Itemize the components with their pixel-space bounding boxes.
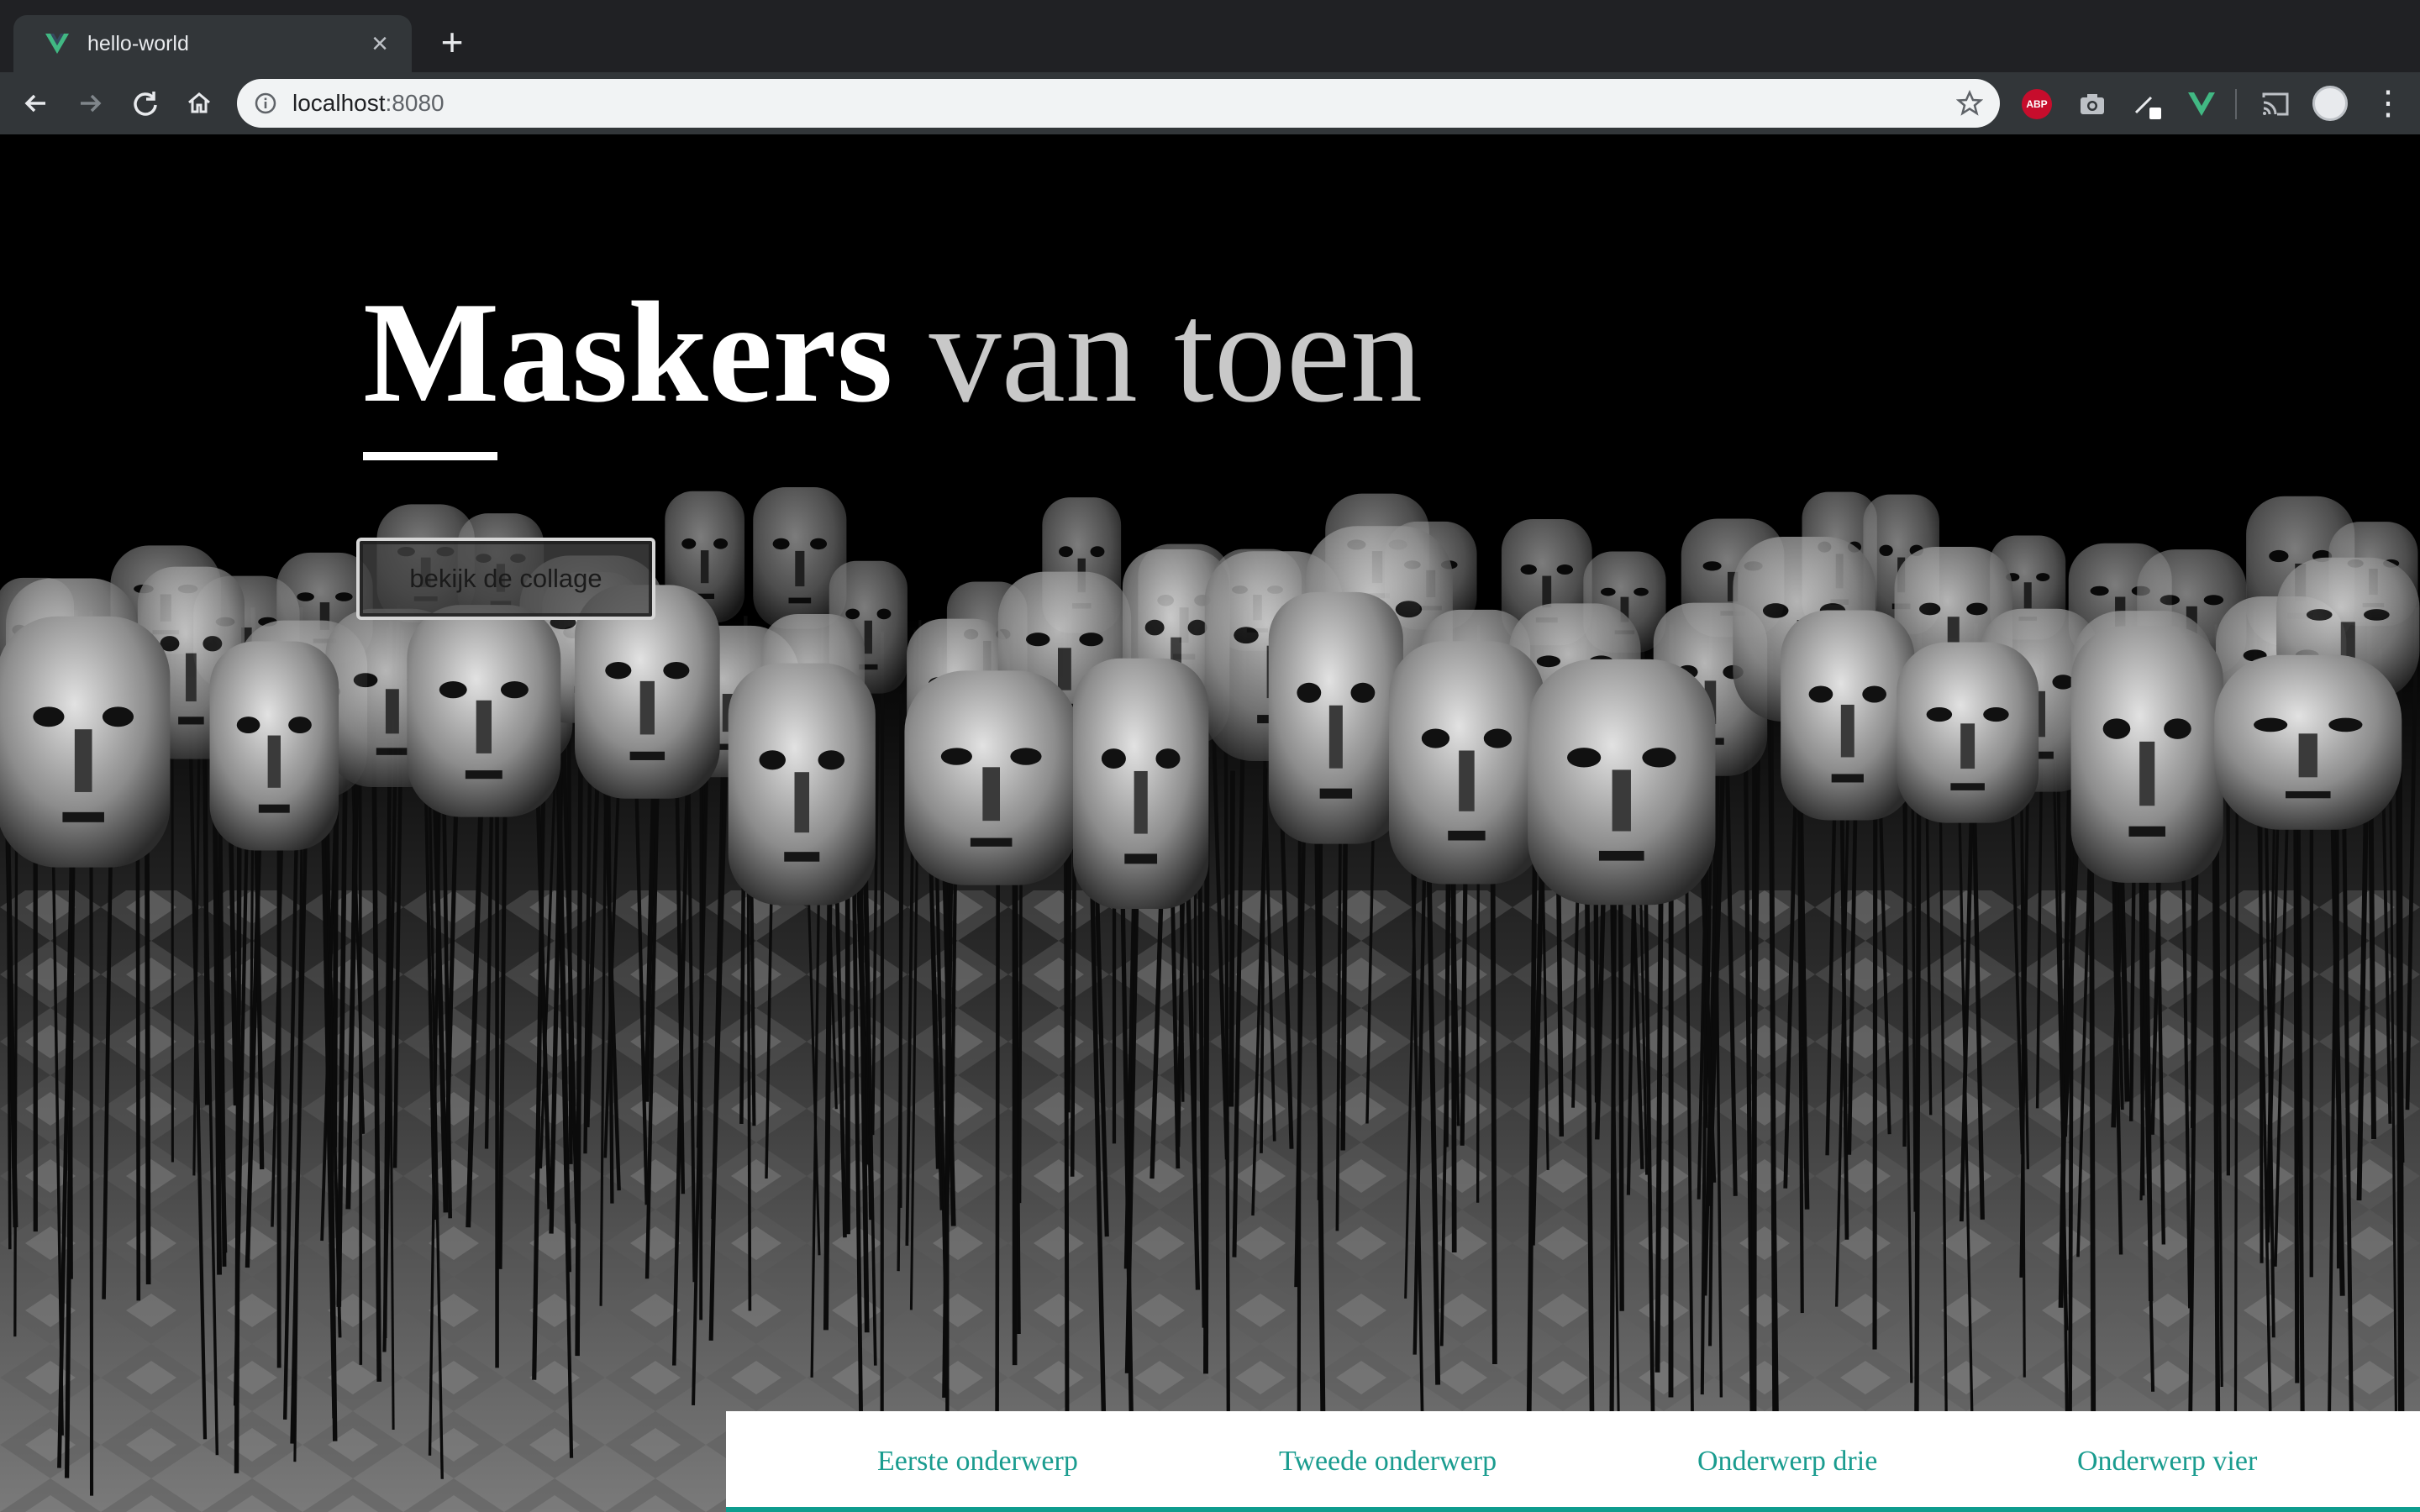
page-content: Maskers van toen bekijk de collage Eerst…: [0, 134, 2420, 1512]
toolbar-separator: [2235, 89, 2237, 119]
camera-icon[interactable]: [2075, 87, 2109, 121]
hero-title-light: van toen: [929, 273, 1423, 433]
profile-avatar[interactable]: [2312, 86, 2348, 121]
nav-item-topic-four[interactable]: Onderwerp vier: [2077, 1411, 2257, 1512]
cast-icon[interactable]: [2259, 87, 2292, 121]
tab-close-icon[interactable]: ×: [368, 29, 392, 58]
browser-tab[interactable]: hello-world ×: [13, 15, 412, 72]
forward-button[interactable]: [71, 84, 109, 123]
vue-logo-icon: [45, 34, 69, 54]
nav-item-first-topic[interactable]: Eerste onderwerp: [877, 1411, 1078, 1512]
adblock-plus-icon[interactable]: ABP: [2022, 89, 2052, 119]
reload-icon: [134, 92, 157, 116]
nav-item-second-topic[interactable]: Tweede onderwerp: [1279, 1411, 1497, 1512]
browser-menu-icon[interactable]: ⋮: [2371, 84, 2405, 123]
star-icon[interactable]: [1956, 90, 1983, 117]
nav-item-topic-three[interactable]: Onderwerp drie: [1697, 1411, 1877, 1512]
eyedropper-icon[interactable]: [2129, 87, 2163, 121]
url-host: localhost: [292, 90, 386, 116]
home-button[interactable]: [180, 84, 218, 123]
browser-chrome: hello-world × + localhost:8080 ABP ⋮: [0, 0, 2420, 134]
view-collage-button[interactable]: bekijk de collage: [356, 538, 655, 620]
vue-devtools-icon[interactable]: [2185, 87, 2218, 121]
address-bar[interactable]: localhost:8080: [237, 79, 2000, 128]
home-icon: [188, 92, 210, 113]
back-button[interactable]: [17, 84, 55, 123]
hero-title: Maskers van toen: [363, 269, 1423, 437]
tab-title: hello-world: [87, 32, 189, 55]
tab-strip: hello-world × +: [0, 0, 2420, 72]
new-tab-button[interactable]: +: [434, 23, 471, 62]
browser-toolbar: localhost:8080: [0, 72, 2420, 134]
arrow-right-icon: [81, 94, 102, 113]
url-text: localhost:8080: [292, 79, 445, 128]
title-underline: [363, 452, 497, 460]
reload-button[interactable]: [126, 84, 165, 123]
info-icon[interactable]: [254, 92, 277, 115]
hero-title-strong: Maskers: [363, 273, 893, 433]
url-port: :8080: [385, 90, 445, 116]
arrow-left-icon: [24, 94, 45, 113]
topic-navigation: Eerste onderwerp Tweede onderwerp Onderw…: [726, 1411, 2420, 1512]
